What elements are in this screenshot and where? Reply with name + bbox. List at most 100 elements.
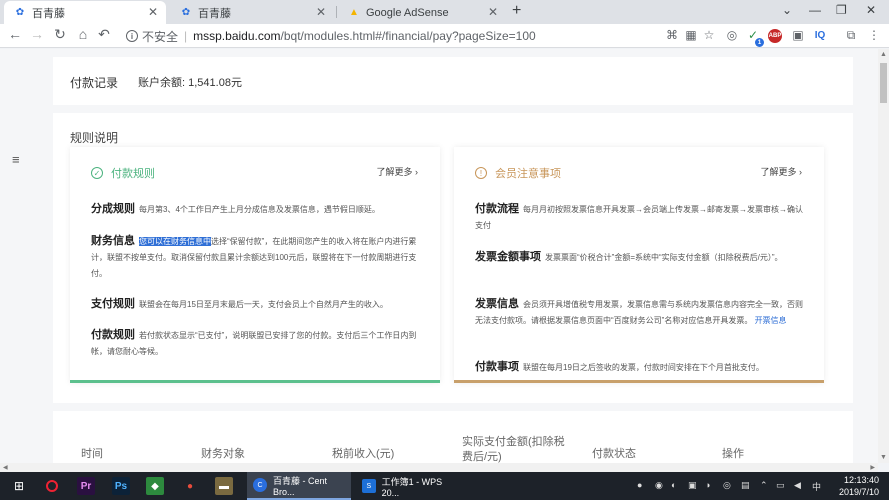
undo-close-button[interactable]: ↶ bbox=[95, 26, 113, 43]
clock-time: 12:13:40 bbox=[843, 475, 879, 485]
iq-extension-icon[interactable]: IQ bbox=[812, 27, 828, 43]
maximize-button[interactable]: ❐ bbox=[836, 3, 847, 17]
new-tab-button[interactable]: + bbox=[512, 2, 521, 20]
tab-strip: ✿ 百青藤 ✕ ✿ 百青藤 ✕ ▲ Google AdSense ✕ + ⌄ —… bbox=[0, 0, 889, 24]
column-header-time: 时间 bbox=[81, 448, 103, 460]
payment-rules-card: ✓ 付款规则 了解更多 › 分成规则 每月第3、4个工作日产生上月分成信息及发票信… bbox=[70, 147, 440, 383]
side-menu-toggle-icon[interactable]: ≡ bbox=[12, 152, 20, 167]
rule-heading: 付款流程 bbox=[475, 203, 519, 215]
home-button[interactable]: ⌂ bbox=[74, 26, 92, 42]
browser-toolbar: ← → ↻ ⌂ ↶ i 不安全 | mssp.baidu.com/bqt/mod… bbox=[0, 24, 889, 48]
rule-text: 联盟在每月19日之后签收的发票，付款时间安排在下个月首批支付。 bbox=[523, 363, 764, 372]
tab-baiqingteng-2[interactable]: ✿ 百青藤 ✕ bbox=[170, 1, 334, 24]
system-clock[interactable]: 12:13:40 2019/7/10 bbox=[839, 474, 879, 498]
tray-icon[interactable]: ● bbox=[637, 480, 642, 490]
screenshot-icon[interactable]: ▣ bbox=[790, 27, 806, 43]
tab-google-adsense[interactable]: ▲ Google AdSense ✕ bbox=[338, 1, 506, 24]
premiere-icon[interactable]: Pr bbox=[77, 477, 95, 495]
column-header-actions: 操作 bbox=[722, 448, 744, 460]
taskbar-app-wps[interactable]: S 工作簿1 - WPS 20... bbox=[356, 472, 460, 500]
tray-icon[interactable]: ▤ bbox=[741, 480, 750, 491]
forward-button[interactable]: → bbox=[28, 26, 46, 42]
scroll-down-icon[interactable]: ▼ bbox=[880, 454, 887, 461]
tray-icon[interactable]: ◑ bbox=[705, 480, 710, 490]
url-path: /bqt/modules.html#/financial/pay?pageSiz… bbox=[280, 29, 536, 43]
translate-icon[interactable]: ⌘ bbox=[664, 27, 680, 43]
rule-heading: 分成规则 bbox=[91, 203, 135, 215]
address-bar[interactable]: i 不安全 | mssp.baidu.com/bqt/modules.html#… bbox=[118, 26, 718, 46]
close-icon[interactable]: ✕ bbox=[148, 5, 158, 19]
adsense-icon: ▲ bbox=[349, 7, 359, 18]
rule-item: 发票信息 会员须开具增值税专用发票，发票信息需与系统内发票信息内容完全一致，否则无… bbox=[475, 296, 805, 329]
vertical-scrollbar[interactable]: ▲ ▼ bbox=[878, 49, 889, 463]
tray-icon[interactable]: ◐ bbox=[671, 480, 676, 490]
info-icon[interactable]: i bbox=[126, 30, 138, 42]
paw-icon: ✿ bbox=[181, 7, 191, 18]
tab-title: 百青藤 bbox=[32, 7, 65, 20]
extension-circle-icon[interactable]: ◎ bbox=[724, 27, 740, 43]
app-folder-icon[interactable]: ▬ bbox=[215, 477, 233, 495]
card-title: 会员注意事项 bbox=[495, 168, 561, 180]
rule-item: 付款规则 若付款状态显示“已支付”，说明联盟已安排了您的付款。支付后三个工作日内到… bbox=[91, 327, 421, 360]
rules-panel: 规则说明 ✓ 付款规则 了解更多 › 分成规则 每月第3、4个工作日产生上月分成信… bbox=[53, 113, 853, 403]
record-icon[interactable] bbox=[43, 477, 61, 495]
tray-icon[interactable]: ◉ bbox=[655, 480, 663, 491]
rules-title: 规则说明 bbox=[70, 131, 119, 145]
tray-icon[interactable]: ▣ bbox=[688, 480, 697, 491]
scroll-right-icon[interactable]: ▶ bbox=[870, 464, 875, 471]
tab-title: 百青藤 bbox=[198, 7, 231, 20]
cent-browser-icon: C bbox=[253, 478, 267, 492]
photoshop-icon[interactable]: Ps bbox=[112, 477, 130, 495]
taskbar-app-label: 工作簿1 - WPS 20... bbox=[381, 476, 443, 498]
close-icon[interactable]: ✕ bbox=[488, 5, 498, 19]
volume-icon[interactable]: ◀ bbox=[794, 480, 801, 491]
selected-text: 您可以在财务信息中 bbox=[139, 237, 211, 246]
adblock-icon[interactable]: ABP bbox=[768, 29, 782, 43]
rule-heading: 支付规则 bbox=[91, 298, 135, 310]
ime-icon[interactable]: 中 bbox=[812, 480, 821, 493]
invoice-info-link[interactable]: 开票信息 bbox=[755, 316, 787, 325]
back-button[interactable]: ← bbox=[6, 26, 24, 42]
rule-heading: 发票信息 bbox=[475, 298, 519, 310]
rule-item: 支付规则 联盟会在每月15日至月末最后一天，支付会员上个自然月产生的收入。 bbox=[91, 296, 421, 313]
close-icon[interactable]: ✕ bbox=[316, 5, 326, 19]
windows-start-icon[interactable]: ⊞ bbox=[10, 477, 28, 495]
crop-icon[interactable]: ⧉ bbox=[843, 27, 859, 43]
column-header-status: 付款状态 bbox=[592, 448, 636, 460]
tray-icon[interactable]: ◎ bbox=[723, 480, 731, 491]
scroll-left-icon[interactable]: ◀ bbox=[3, 464, 8, 471]
tab-divider bbox=[336, 6, 337, 18]
page-title: 付款记录 bbox=[70, 76, 119, 90]
payment-summary-panel: 付款记录 账户余额: 1,541.08元 bbox=[53, 57, 853, 105]
qr-code-icon[interactable]: ▦ bbox=[683, 27, 699, 43]
learn-more-link[interactable]: 了解更多 › bbox=[377, 165, 419, 178]
taskbar: ⊞ Pr Ps ◆ ● ▬ C 百青藤 - Cent Bro... S 工作簿1… bbox=[0, 472, 889, 500]
menu-icon[interactable]: ⋮ bbox=[866, 27, 882, 43]
rule-item: 付款事项 联盟在每月19日之后签收的发票，付款时间安排在下个月首批支付。 bbox=[475, 359, 805, 376]
rule-heading: 发票金额事项 bbox=[475, 251, 541, 263]
tray-up-icon[interactable]: ⌃ bbox=[760, 480, 768, 491]
learn-more-link[interactable]: 了解更多 › bbox=[761, 165, 803, 178]
bookmark-star-icon[interactable]: ☆ bbox=[701, 27, 717, 43]
app-green-icon[interactable]: ◆ bbox=[146, 477, 164, 495]
horizontal-scrollbar[interactable]: ◀ ▶ bbox=[0, 463, 878, 472]
tab-search-button[interactable]: ⌄ bbox=[782, 3, 792, 17]
payment-table: 时间 财务对象 税前收入(元) 实际支付金额(扣除税费后/元) 付款状态 操作 bbox=[53, 411, 853, 463]
member-notes-card: ! 会员注意事项 了解更多 › 付款流程 每月月初按照发票信息开具发票→会员端上传… bbox=[454, 147, 824, 383]
close-window-button[interactable]: ✕ bbox=[866, 3, 876, 17]
scroll-up-icon[interactable]: ▲ bbox=[880, 51, 887, 58]
reload-button[interactable]: ↻ bbox=[51, 26, 69, 43]
tab-title: Google AdSense bbox=[366, 6, 449, 19]
column-header-actual: 实际支付金额(扣除税费后/元) bbox=[462, 436, 565, 463]
minimize-button[interactable]: — bbox=[809, 3, 821, 17]
tab-baiqingteng-1[interactable]: ✿ 百青藤 ✕ bbox=[4, 1, 166, 24]
network-icon[interactable]: ▭ bbox=[776, 480, 785, 491]
balance-line: 账户余额: 1,541.08元 bbox=[138, 74, 242, 90]
rule-item: 分成规则 每月第3、4个工作日产生上月分成信息及发票信息，遇节假日顺延。 bbox=[91, 201, 421, 218]
rule-text: 每月月初按照发票信息开具发票→会员端上传发票→邮寄发票→发票审核→确认支付 bbox=[475, 205, 803, 230]
taskbar-app-browser[interactable]: C 百青藤 - Cent Bro... bbox=[247, 472, 351, 500]
app-red-icon[interactable]: ● bbox=[181, 477, 199, 495]
paw-icon: ✿ bbox=[15, 7, 25, 18]
rule-item: 付款流程 每月月初按照发票信息开具发票→会员端上传发票→邮寄发票→发票审核→确认支… bbox=[475, 201, 805, 234]
scroll-thumb[interactable] bbox=[880, 63, 887, 103]
